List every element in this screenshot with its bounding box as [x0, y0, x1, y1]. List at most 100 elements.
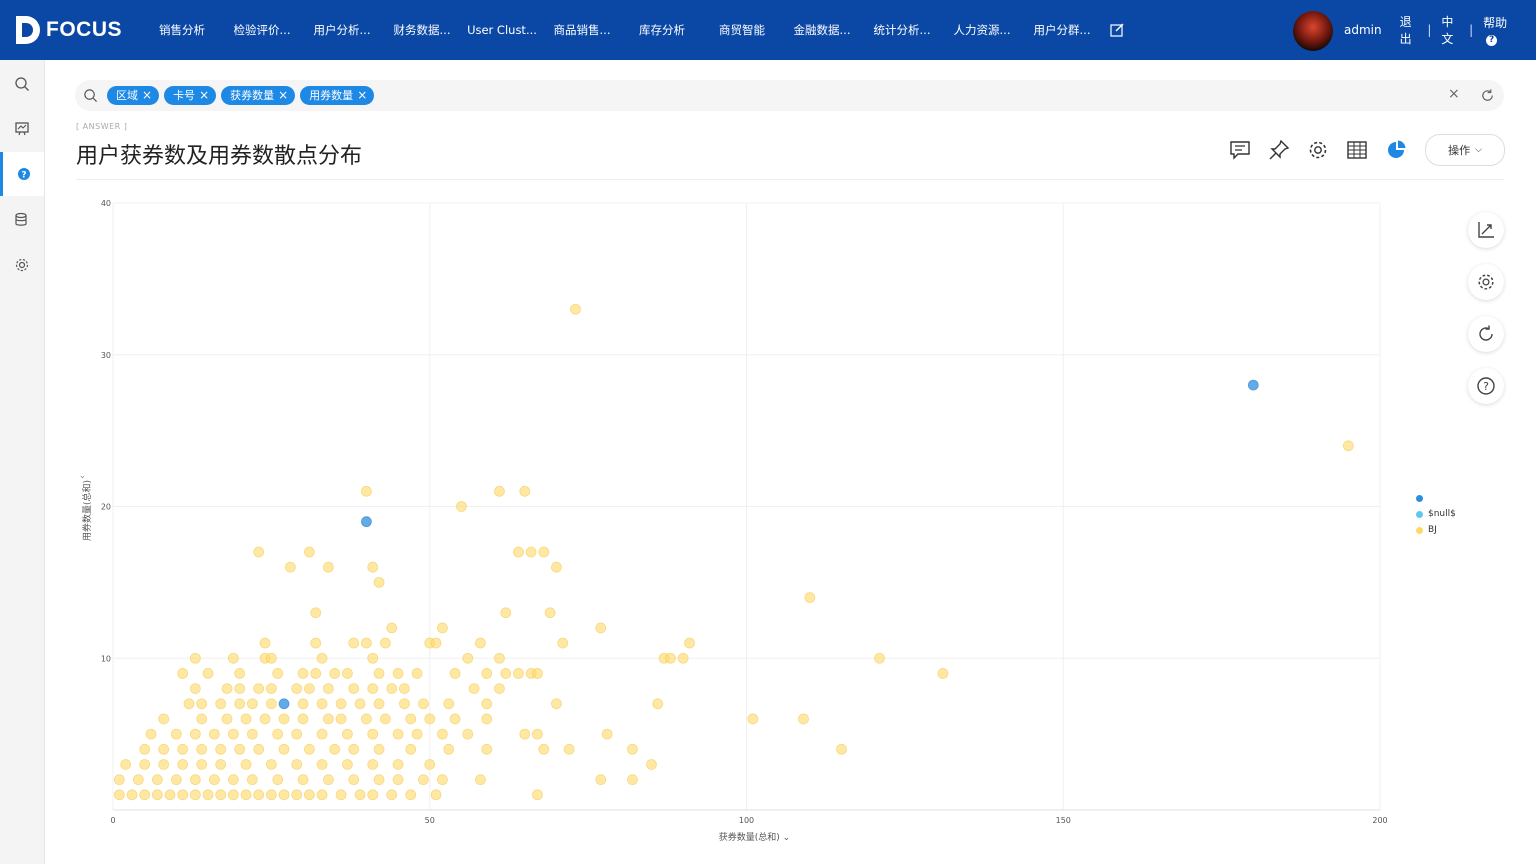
sidebar-item-board[interactable] [0, 107, 44, 151]
data-point[interactable] [804, 592, 816, 603]
data-point[interactable] [500, 607, 512, 619]
data-point[interactable] [215, 789, 227, 801]
search-tag[interactable]: 区域 × [107, 86, 160, 105]
data-point[interactable] [532, 668, 543, 679]
data-point[interactable] [196, 713, 208, 725]
data-point[interactable] [481, 668, 493, 679]
refresh-icon[interactable] [1480, 88, 1495, 103]
data-point[interactable] [139, 759, 151, 770]
data-point[interactable] [513, 546, 524, 558]
data-point[interactable] [259, 713, 271, 725]
data-point[interactable] [316, 789, 328, 801]
data-point[interactable] [456, 501, 467, 512]
data-point[interactable] [481, 713, 493, 725]
data-point[interactable] [360, 485, 372, 497]
data-point[interactable] [164, 789, 176, 801]
nav-item[interactable]: 金融数据... [782, 22, 862, 38]
edit-icon[interactable] [1110, 23, 1124, 37]
nav-item[interactable]: 用户分析... [302, 22, 382, 38]
data-point[interactable] [208, 728, 220, 740]
data-point[interactable] [494, 485, 505, 497]
data-point[interactable] [462, 652, 474, 664]
data-point[interactable] [189, 683, 201, 695]
data-point[interactable] [373, 668, 385, 679]
data-point[interactable] [557, 637, 569, 649]
data-point[interactable] [284, 561, 296, 573]
data-point[interactable] [405, 713, 417, 725]
data-point[interactable] [551, 698, 562, 710]
data-point[interactable] [373, 698, 385, 710]
sidebar-item-answer[interactable]: ? [0, 152, 44, 196]
chart-settings-button[interactable] [1468, 264, 1504, 300]
pin-button[interactable] [1259, 138, 1298, 162]
data-point[interactable] [297, 668, 309, 679]
data-point[interactable] [297, 774, 309, 786]
data-point[interactable] [335, 789, 347, 801]
data-point[interactable] [392, 774, 404, 786]
data-point[interactable] [424, 713, 436, 725]
data-point[interactable] [265, 652, 277, 664]
data-point[interactable] [183, 698, 195, 710]
data-point[interactable] [139, 789, 151, 801]
data-point[interactable] [113, 774, 125, 786]
data-point[interactable] [481, 698, 493, 710]
data-point[interactable] [234, 698, 246, 710]
chart-view-button[interactable] [1376, 138, 1415, 162]
data-point[interactable] [177, 743, 189, 755]
data-point[interactable] [348, 683, 360, 695]
data-point[interactable] [367, 789, 379, 801]
data-point[interactable] [265, 698, 277, 710]
data-point[interactable] [189, 652, 201, 664]
data-point[interactable] [418, 698, 429, 710]
data-point[interactable] [316, 759, 328, 770]
data-point[interactable] [310, 607, 322, 619]
data-point[interactable] [227, 789, 239, 801]
data-point[interactable] [354, 789, 366, 801]
data-point[interactable] [234, 668, 246, 679]
data-point[interactable] [544, 607, 556, 619]
nav-item[interactable]: 商品销售... [542, 22, 622, 38]
data-point[interactable] [411, 668, 423, 679]
data-point[interactable] [177, 668, 189, 679]
data-point[interactable] [836, 743, 847, 755]
data-point[interactable] [170, 728, 182, 740]
data-point[interactable] [367, 728, 379, 740]
data-point[interactable] [494, 652, 505, 664]
operate-dropdown[interactable]: 操作 ⌵ [1425, 134, 1505, 166]
data-point[interactable] [665, 652, 676, 664]
data-point[interactable] [335, 713, 347, 725]
sidebar-item-settings[interactable] [0, 243, 44, 287]
data-point[interactable] [570, 303, 581, 315]
data-point[interactable] [627, 743, 638, 755]
data-point[interactable] [120, 759, 132, 770]
data-point[interactable] [145, 728, 157, 740]
nav-item[interactable]: 用户分群... [1022, 22, 1102, 38]
data-point[interactable] [443, 698, 455, 710]
data-point[interactable] [475, 637, 486, 649]
data-point[interactable] [354, 698, 366, 710]
data-point[interactable] [468, 683, 480, 695]
data-point[interactable] [253, 743, 265, 755]
data-point[interactable] [329, 668, 341, 679]
data-point[interactable] [227, 652, 239, 664]
data-point[interactable] [322, 774, 334, 786]
data-point[interactable] [747, 713, 759, 725]
data-point[interactable] [303, 546, 315, 558]
table-view-button[interactable] [1337, 138, 1376, 162]
language-switch[interactable]: 中文 [1441, 13, 1459, 47]
data-point[interactable] [316, 698, 328, 710]
data-point[interactable] [189, 789, 201, 801]
data-point[interactable] [627, 774, 638, 786]
data-point[interactable] [937, 668, 949, 679]
data-point[interactable] [227, 728, 239, 740]
data-point[interactable] [386, 622, 398, 634]
data-point[interactable] [265, 683, 277, 695]
data-point[interactable] [221, 683, 233, 695]
data-point[interactable] [322, 561, 334, 573]
data-point[interactable] [392, 759, 404, 770]
reload-button[interactable] [1468, 316, 1504, 352]
data-point[interactable] [373, 774, 385, 786]
comment-button[interactable] [1220, 138, 1259, 162]
data-point[interactable] [253, 789, 265, 801]
nav-item[interactable]: 统计分析... [862, 22, 942, 38]
